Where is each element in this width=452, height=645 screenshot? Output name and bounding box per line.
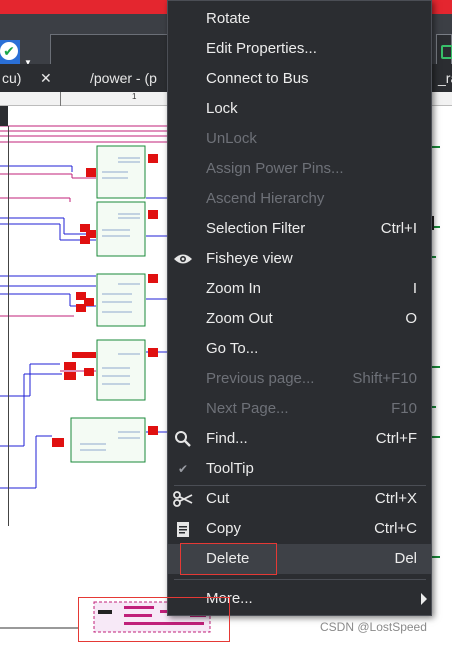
menu-item-zoom-in[interactable]: Zoom In I: [168, 274, 431, 304]
menu-item-next-page: Next Page... F10: [168, 394, 431, 424]
menu-item-label: Rotate: [206, 10, 251, 27]
menu-item-tooltip[interactable]: ✔ ToolTip: [168, 454, 431, 484]
menu-item-find[interactable]: Find... Ctrl+F: [168, 424, 431, 454]
title-block-highlight-box: [78, 597, 230, 642]
menu-item-label: Cut: [206, 490, 230, 507]
menu-item-fisheye-view[interactable]: Fisheye view: [168, 244, 431, 274]
search-icon: [172, 429, 194, 449]
menu-separator: [174, 579, 426, 580]
menu-item-label: Edit Properties...: [206, 40, 317, 57]
menu-item-label: Next Page...: [206, 400, 289, 417]
menu-item-label: Go To...: [206, 340, 259, 357]
menu-item-label: Find...: [206, 430, 248, 447]
menu-item-go-to[interactable]: Go To...: [168, 334, 431, 364]
tab-power[interactable]: /power - (p: [84, 64, 163, 92]
menu-item-shortcut: O: [405, 310, 417, 327]
menu-item-label: Previous page...: [206, 370, 315, 387]
menu-item-ascend-hierarchy: Ascend Hierarchy: [168, 184, 431, 214]
menu-item-label: Fisheye view: [206, 250, 293, 267]
menu-item-shortcut: Ctrl+F: [375, 430, 417, 447]
menu-item-previous-page: Previous page... Shift+F10: [168, 364, 431, 394]
watermark: CSDN @LostSpeed: [320, 620, 427, 634]
menu-item-shortcut: Ctrl+I: [380, 220, 417, 237]
chevron-right-icon: [421, 593, 427, 605]
menu-item-label: Copy: [206, 520, 242, 537]
menu-item-label: Assign Power Pins...: [206, 160, 344, 177]
checkmark-icon: ✔: [177, 462, 189, 476]
menu-item-shortcut: Ctrl+C: [374, 520, 417, 537]
menu-item-assign-power-pins: Assign Power Pins...: [168, 154, 431, 184]
save-icon[interactable]: [436, 34, 452, 68]
menu-item-label: Zoom In: [206, 280, 262, 297]
menu-item-shortcut: Del: [394, 550, 417, 567]
menu-item-selection-filter[interactable]: Selection Filter Ctrl+I: [168, 214, 431, 244]
menu-item-label: Lock: [206, 100, 238, 117]
ruler-label: 1: [132, 92, 137, 101]
copy-icon: [172, 519, 194, 539]
check-circle-icon[interactable]: ✔: [0, 42, 18, 60]
context-menu: Rotate Edit Properties... Connect to Bus…: [167, 0, 432, 616]
left-panel-edge: [0, 106, 8, 126]
menu-item-label: ToolTip: [206, 460, 254, 477]
menu-item-unlock: UnLock: [168, 124, 431, 154]
menu-item-copy[interactable]: Copy Ctrl+C: [168, 514, 431, 544]
menu-item-shortcut: Shift+F10: [352, 370, 417, 387]
menu-item-label: UnLock: [206, 130, 257, 147]
eye-icon: [172, 249, 194, 269]
left-edge-marks: [8, 126, 9, 526]
close-icon[interactable]: ✕: [40, 64, 52, 92]
menu-item-cut[interactable]: Cut Ctrl+X: [168, 484, 431, 514]
menu-item-lock[interactable]: Lock: [168, 94, 431, 124]
ruler-tick: [60, 92, 61, 106]
menu-item-connect-to-bus[interactable]: Connect to Bus: [168, 64, 431, 94]
menu-item-shortcut: I: [412, 280, 417, 297]
menu-item-label: Ascend Hierarchy: [206, 190, 325, 207]
menu-item-edit-properties[interactable]: Edit Properties...: [168, 34, 431, 64]
right-edge-ticks: [432, 146, 440, 558]
delete-highlight-box: [180, 543, 277, 575]
menu-item-shortcut: F10: [391, 400, 417, 417]
menu-item-label: Zoom Out: [206, 310, 273, 327]
tab-ra[interactable]: _ra: [432, 64, 452, 92]
tab-cu[interactable]: cu): [0, 64, 27, 92]
scissors-icon: [172, 489, 194, 509]
menu-item-shortcut: Ctrl+X: [374, 490, 417, 507]
menu-item-zoom-out[interactable]: Zoom Out O: [168, 304, 431, 334]
menu-item-label: Selection Filter: [206, 220, 306, 237]
menu-item-rotate[interactable]: Rotate: [168, 4, 431, 34]
menu-item-label: Connect to Bus: [206, 70, 309, 87]
